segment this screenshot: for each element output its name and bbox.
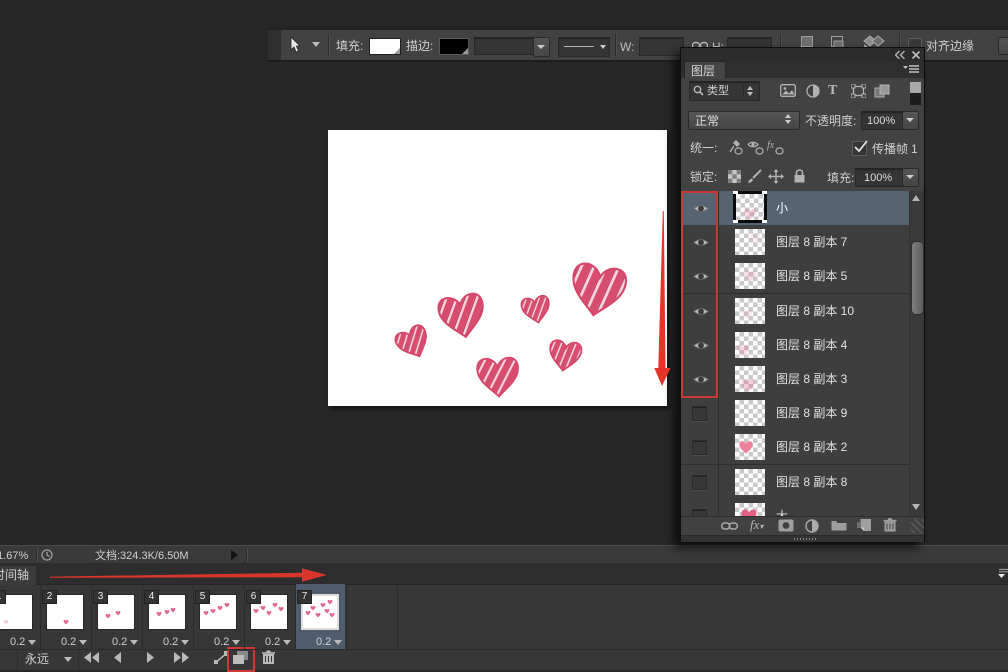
svg-text:fx: fx <box>767 140 775 151</box>
